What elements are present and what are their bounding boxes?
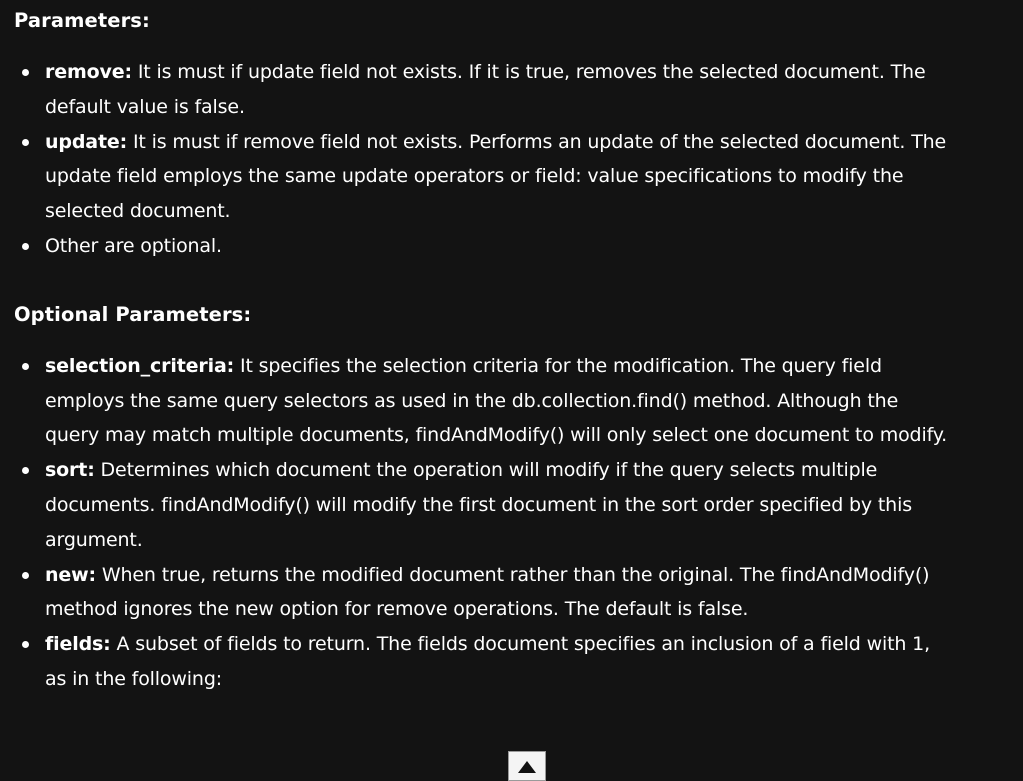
param-description: A subset of fields to return. The fields… [45, 633, 931, 690]
param-description: It is must if remove field not exists. P… [45, 130, 947, 223]
list-item-selection-criteria: selection_criteria: It specifies the sel… [14, 349, 954, 453]
arrow-up-icon [518, 761, 536, 773]
param-term: new: [45, 563, 96, 586]
param-description: When true, returns the modified document… [45, 563, 930, 621]
param-term: update: [45, 130, 128, 153]
article-content: Parameters: remove: It is must if update… [14, 8, 954, 697]
list-item-sort: sort: Determines which document the oper… [14, 453, 954, 557]
optional-parameters-list: selection_criteria: It specifies the sel… [14, 349, 954, 697]
optional-parameters-heading: Optional Parameters: [14, 302, 252, 326]
list-item-update: update: It is must if remove field not e… [14, 125, 954, 229]
param-term: remove: [45, 61, 132, 83]
param-term: fields: [45, 633, 111, 656]
param-term: sort: [45, 459, 95, 482]
parameters-list: remove: It is must if update field not e… [14, 55, 954, 264]
param-description: It is must if update field not exists. I… [45, 61, 926, 118]
parameters-heading: Parameters: [14, 9, 150, 32]
param-description: Other are optional. [45, 234, 222, 257]
list-item-optional-note: Other are optional. [14, 229, 954, 264]
list-item-fields: fields: A subset of fields to return. Th… [14, 627, 954, 697]
list-item-remove: remove: It is must if update field not e… [14, 55, 954, 125]
param-term: selection_criteria: [45, 354, 235, 377]
param-description: Determines which document the operation … [45, 459, 912, 551]
list-item-new: new: When true, returns the modified doc… [14, 558, 954, 628]
